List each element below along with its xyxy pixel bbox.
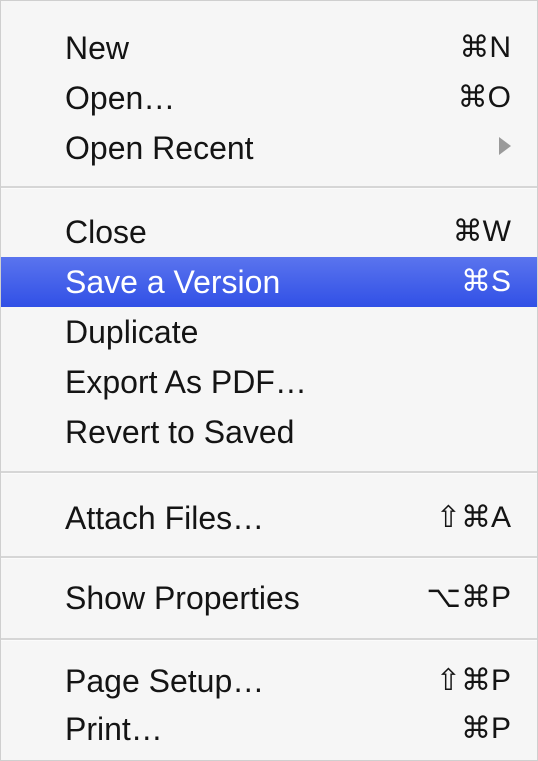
menu-separator [1, 471, 537, 474]
menu-item-label: Open… [65, 80, 176, 116]
menu-item-label: Attach Files… [65, 500, 265, 536]
triangle-right-icon [499, 137, 511, 155]
menu-item-open-recent[interactable]: Open Recent [1, 123, 537, 173]
menu-item-label: Save a Version [65, 264, 281, 300]
file-menu: New ⌘N Open… ⌘O Open Recent Close ⌘W Sav… [0, 0, 538, 761]
menu-item-shortcut: ⇧⌘A [435, 501, 511, 534]
menu-item-close[interactable]: Close ⌘W [1, 207, 537, 257]
menu-item-shortcut: ⌘N [459, 31, 511, 64]
menu-item-label: Open Recent [65, 130, 254, 166]
menu-separator [1, 186, 537, 189]
menu-item-shortcut: ⌘S [460, 265, 511, 298]
menu-item-duplicate[interactable]: Duplicate [1, 307, 537, 357]
menu-item-shortcut: ⇧⌘P [435, 664, 511, 697]
menu-separator [1, 638, 537, 641]
menu-item-label: Duplicate [65, 314, 199, 350]
menu-item-label: Export As PDF… [65, 364, 307, 400]
menu-item-page-setup[interactable]: Page Setup… ⇧⌘P [1, 656, 537, 706]
menu-separator [1, 556, 537, 559]
menu-item-show-properties[interactable]: Show Properties ⌥⌘P [1, 573, 537, 623]
menu-item-label: Page Setup… [65, 663, 265, 699]
menu-item-export-as-pdf[interactable]: Export As PDF… [1, 357, 537, 407]
menu-item-shortcut: ⌘W [452, 215, 511, 248]
menu-item-label: New [65, 30, 130, 66]
menu-item-shortcut: ⌘O [457, 81, 511, 114]
menu-item-label: Revert to Saved [65, 414, 295, 450]
menu-item-print[interactable]: Print… ⌘P [1, 704, 537, 754]
menu-item-revert-to-saved[interactable]: Revert to Saved [1, 407, 537, 457]
menu-item-label: Print… [65, 711, 163, 747]
menu-item-shortcut: ⌘P [460, 712, 511, 745]
menu-item-new[interactable]: New ⌘N [1, 23, 537, 73]
menu-item-open[interactable]: Open… ⌘O [1, 73, 537, 123]
menu-item-label: Close [65, 214, 147, 250]
menu-item-shortcut: ⌥⌘P [426, 581, 511, 614]
menu-item-save-a-version[interactable]: Save a Version ⌘S [1, 257, 537, 307]
menu-item-attach-files[interactable]: Attach Files… ⇧⌘A [1, 493, 537, 543]
menu-item-label: Show Properties [65, 580, 300, 616]
